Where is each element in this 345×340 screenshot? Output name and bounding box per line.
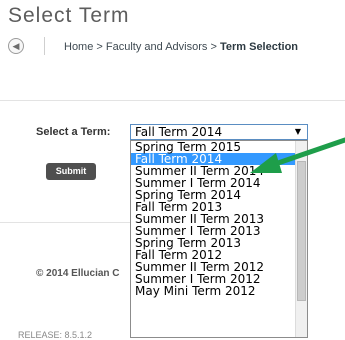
copyright-text: © 2014 Ellucian C [36,268,120,279]
scrollbar-thumb[interactable] [297,161,306,301]
content-divider [0,222,130,223]
back-arrow-icon[interactable]: ◀ [8,38,24,54]
term-dropdown-list[interactable]: Spring Term 2015 Fall Term 2014 Summer II … [130,140,308,338]
breadcrumb: Home > Faculty and Advisors > Term Selec… [64,41,298,53]
term-select[interactable]: Fall Term 2014 ▼ [130,124,308,140]
page-title: Select Term [8,4,130,27]
release-text: RELEASE: 8.5.1.2 [18,330,93,340]
term-options: Spring Term 2015 Fall Term 2014 Summer II … [131,141,307,297]
breadcrumb-sep: > [210,41,217,53]
breadcrumb-home[interactable]: Home [64,41,93,53]
submit-button[interactable]: Submit [46,163,96,180]
breadcrumb-faculty[interactable]: Faculty and Advisors [106,41,208,53]
breadcrumb-divider [44,37,45,55]
term-select-value: Fall Term 2014 [135,125,223,139]
header-divider [0,100,345,101]
dropdown-arrow-icon[interactable]: ▼ [295,125,301,139]
breadcrumb-current: Term Selection [219,41,299,53]
term-option[interactable]: May Mini Term 2012 [131,285,307,297]
breadcrumb-sep: > [96,41,103,53]
term-select-label: Select a Term: [36,126,111,138]
dropdown-scrollbar[interactable] [295,141,307,337]
